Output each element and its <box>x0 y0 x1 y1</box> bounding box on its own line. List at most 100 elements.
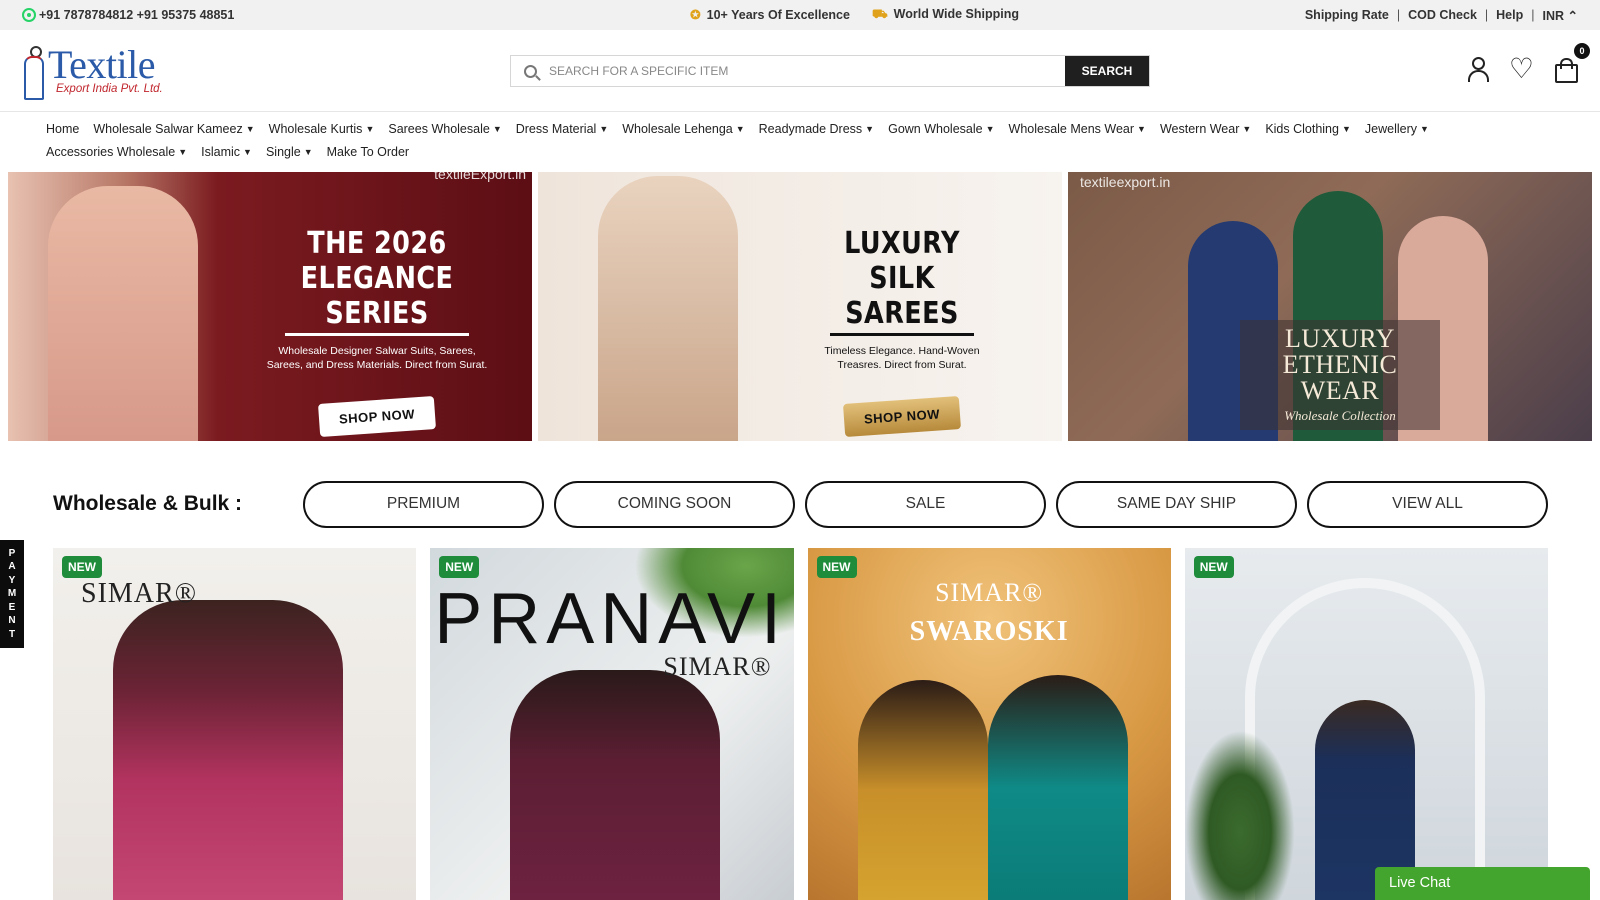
nav-item-single[interactable]: Single ▼ <box>266 144 313 159</box>
nav-item-home[interactable]: Home <box>46 121 79 136</box>
banner-underline <box>285 333 469 336</box>
nav-item-western-wear[interactable]: Western Wear ▼ <box>1160 121 1251 136</box>
filter-coming-soon-button[interactable]: COMING SOON <box>554 480 795 528</box>
logo-wordmark: Textile <box>48 41 155 87</box>
caret-down-icon: ▼ <box>245 123 255 134</box>
product-collection-title: SWAROSKI <box>909 616 1069 647</box>
top-info-bar: +91 7878784812 +91 95375 48851 ✪ 10+ Year… <box>0 0 1600 30</box>
cod-check-link[interactable]: COD Check <box>1408 8 1477 22</box>
product-card[interactable]: NEW PRANAVI SIMAR® <box>430 548 794 900</box>
site-logo[interactable]: Textile Export India Pvt. Ltd. <box>20 41 200 100</box>
nav-item-dress-material[interactable]: Dress Material ▼ <box>516 121 609 136</box>
payment-tab-letter: N <box>8 615 16 627</box>
caret-down-icon: ▼ <box>1341 123 1351 134</box>
banner-heading-line2: SILK SAREES <box>845 261 959 331</box>
payment-tab-letter: Y <box>8 574 16 586</box>
contact-numbers[interactable]: +91 7878784812 +91 95375 48851 <box>22 8 234 22</box>
shop-now-button[interactable]: SHOP NOW <box>842 395 962 438</box>
banner-watermark: textileexport.in <box>1080 174 1171 190</box>
plant-decoration <box>1184 730 1295 900</box>
award-icon: ✪ <box>690 8 701 22</box>
search-input[interactable] <box>549 56 1065 86</box>
phone-numbers[interactable]: +91 7878784812 +91 95375 48851 <box>39 8 234 22</box>
nav-item-accessories-wholesale[interactable]: Accessories Wholesale ▼ <box>46 144 187 159</box>
search-button[interactable]: SEARCH <box>1065 56 1149 86</box>
nav-item-kids-clothing[interactable]: Kids Clothing ▼ <box>1265 121 1351 136</box>
product-grid: NEW SIMAR® NEW PRANAVI SIMAR® NEW SIMAR®… <box>53 548 1548 900</box>
new-badge: NEW <box>816 556 857 578</box>
caret-down-icon: ▼ <box>365 123 375 134</box>
payment-tab-letter: E <box>8 601 16 613</box>
excellence-item: ✪ 10+ Years Of Excellence <box>690 8 850 22</box>
filter-same-day-ship-button[interactable]: SAME DAY SHIP <box>1056 480 1297 528</box>
hero-banners: textileExport.in THE 2026 ELEGANCE SERIE… <box>8 172 1592 441</box>
caret-down-icon: ▼ <box>985 123 995 134</box>
banner-model-image <box>48 186 198 441</box>
nav-item-label: Single <box>265 144 301 159</box>
cart-count-badge: 0 <box>1574 43 1590 59</box>
nav-item-label: Home <box>46 121 80 136</box>
nav-item-label: Kids Clothing <box>1265 121 1339 136</box>
main-navigation: Home Wholesale Salwar Kameez ▼ Wholesale Ku… <box>0 112 1450 159</box>
new-badge: NEW <box>62 556 102 578</box>
cart-icon[interactable]: 0 <box>1554 43 1590 83</box>
divider: | <box>1396 8 1401 22</box>
banner-heading-line2: ETHENIC WEAR <box>1282 350 1398 405</box>
nav-item-jewellery[interactable]: Jewellery ▼ <box>1365 121 1429 136</box>
banner-heading-line2: ELEGANCE SERIES <box>300 261 454 331</box>
filter-view-all-button[interactable]: VIEW ALL <box>1307 480 1548 528</box>
wishlist-heart-icon[interactable]: ♡ <box>1509 55 1534 83</box>
nav-item-islamic[interactable]: Islamic ▼ <box>201 144 252 159</box>
product-image <box>113 600 343 900</box>
caret-down-icon: ▼ <box>599 123 609 134</box>
product-card[interactable]: NEW <box>1184 548 1548 900</box>
product-brand: SIMAR® <box>81 578 197 609</box>
nav-item-readymade-dress[interactable]: Readymade Dress ▼ <box>759 121 874 136</box>
product-image <box>857 680 988 900</box>
banner-luxury-ethnic-wear[interactable]: textileexport.in LUXURY ETHENIC WEAR Who… <box>1068 172 1592 441</box>
nav-item-gown-wholesale[interactable]: Gown Wholesale ▼ <box>888 121 994 136</box>
shipping-rate-link[interactable]: Shipping Rate <box>1305 8 1389 22</box>
nav-item-label: Islamic <box>201 144 241 159</box>
banner-underline <box>830 333 974 336</box>
nav-item-label: Western Wear <box>1159 121 1240 136</box>
nav-item-sarees-wholesale[interactable]: Sarees Wholesale ▼ <box>388 121 501 136</box>
filter-sale-button[interactable]: SALE <box>805 480 1046 528</box>
product-image <box>987 675 1128 900</box>
product-card[interactable]: NEW SIMAR® SWAROSKI <box>807 548 1171 900</box>
nav-item-make-to-order[interactable]: Make To Order <box>327 144 409 159</box>
banner-heading-line1: THE 2026 <box>307 226 447 261</box>
banner-subtitle: Wholesale Designer Salwar Suits, Sarees,… <box>266 345 488 371</box>
nav-item-label: Readymade Dress <box>758 121 863 136</box>
banner-luxury-silk-sarees[interactable]: LUXURY SILK SAREES Timeless Elegance. Ha… <box>538 172 1062 441</box>
payment-tab-letter: A <box>8 561 16 573</box>
account-icon[interactable] <box>1467 56 1489 82</box>
nav-item-label: Jewellery <box>1364 121 1417 136</box>
banner-script-subtitle: Wholesale Collection <box>1284 408 1396 423</box>
nav-item-wholesale-salwar-kameez[interactable]: Wholesale Salwar Kameez ▼ <box>93 121 254 136</box>
shop-now-button[interactable]: SHOP NOW <box>317 395 437 438</box>
nav-item-label: Wholesale Salwar Kameez <box>93 121 243 136</box>
banner-watermark: textileExport.in <box>434 172 526 182</box>
help-link[interactable]: Help <box>1496 8 1523 22</box>
search-icon <box>511 64 549 78</box>
product-card[interactable]: NEW SIMAR® <box>53 548 417 900</box>
live-chat-button[interactable]: Live Chat <box>1375 867 1590 900</box>
caret-down-icon: ▼ <box>865 123 875 134</box>
payment-side-tab[interactable]: P A Y M E N T <box>0 540 24 648</box>
shipping-item: ⛟ World Wide Shipping <box>871 7 1020 21</box>
nav-item-label: Sarees Wholesale <box>388 121 490 136</box>
filter-premium-button[interactable]: PREMIUM <box>303 480 544 528</box>
currency-selector[interactable]: INR ⌃ <box>1543 8 1578 23</box>
nav-item-wholesale-lehenga[interactable]: Wholesale Lehenga ▼ <box>622 121 744 136</box>
wholesale-filter-bar: Wholesale & Bulk : PREMIUM COMING SOON S… <box>53 480 1548 528</box>
caret-down-icon: ▼ <box>178 146 188 157</box>
new-badge: NEW <box>1193 556 1234 578</box>
nav-item-wholesale-mens-wear[interactable]: Wholesale Mens Wear ▼ <box>1009 121 1146 136</box>
caret-down-icon: ▼ <box>492 123 502 134</box>
nav-item-wholesale-kurtis[interactable]: Wholesale Kurtis ▼ <box>269 121 375 136</box>
section-title: Wholesale & Bulk : <box>53 492 243 515</box>
banner-elegance-series[interactable]: textileExport.in THE 2026 ELEGANCE SERIE… <box>8 172 532 441</box>
caret-down-icon: ▼ <box>303 146 313 157</box>
payment-tab-letter: T <box>8 628 16 640</box>
